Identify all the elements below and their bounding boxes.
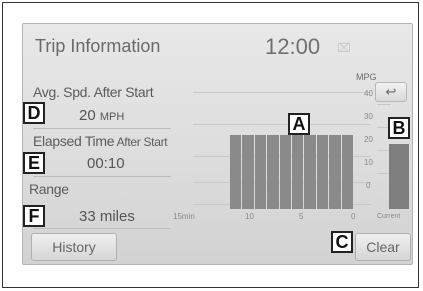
history-bar: [304, 134, 316, 209]
x-tick-label: 10: [245, 212, 254, 221]
y-tick-label: 30: [364, 112, 373, 121]
callout-b: B: [388, 117, 410, 139]
history-bar: [316, 134, 329, 209]
history-bar: [230, 134, 242, 209]
signal-icon: ⌧: [337, 41, 351, 55]
figure-frame: Trip Information 12:00 ⌧ Avg. Spd. After…: [2, 2, 419, 288]
divider: [33, 128, 171, 129]
range-label: Range: [29, 181, 69, 197]
history-bar: [254, 134, 267, 209]
gridline: [193, 124, 371, 125]
x-tick-label: 5: [299, 212, 304, 221]
clear-button[interactable]: Clear: [355, 233, 411, 261]
callout-c: C: [331, 231, 353, 253]
history-bar: [279, 134, 291, 209]
history-bar: [292, 134, 304, 209]
y-tick-label: 20: [364, 135, 373, 144]
trip-information-screen: Trip Information 12:00 ⌧ Avg. Spd. After…: [22, 23, 413, 265]
current-label: Current: [377, 213, 401, 220]
history-bar: [329, 134, 341, 209]
clock: 12:00: [265, 34, 321, 59]
avg-speed-unit: MPH: [99, 111, 125, 123]
mpg-unit-label: MPG: [356, 72, 377, 82]
x-tick-label: 0: [351, 212, 356, 221]
history-bar: [267, 134, 279, 209]
current-bar: [389, 143, 409, 209]
back-button[interactable]: ↩: [375, 82, 407, 102]
x-tick-label: 15min: [173, 212, 195, 221]
callout-f: F: [23, 205, 45, 227]
divider: [33, 228, 171, 229]
history-bar: [242, 134, 254, 209]
callout-a: A: [288, 113, 310, 135]
gridline: [193, 92, 371, 93]
y-tick-label: 40: [364, 89, 373, 98]
avg-speed-label: Avg. Spd. After Start: [33, 84, 154, 100]
range-value: 33 miles: [79, 208, 135, 225]
y-tick-label: 0: [366, 181, 371, 190]
divider: [33, 176, 171, 177]
elapsed-label-small: After Start: [114, 135, 168, 149]
gridline: [377, 104, 391, 105]
callout-d: D: [23, 102, 45, 124]
elapsed-time-label: Elapsed Time After Start: [33, 133, 168, 149]
back-arrow-icon: ↩: [385, 84, 397, 99]
avg-speed-number: 20: [79, 107, 96, 124]
screen-title: Trip Information: [35, 36, 161, 56]
avg-speed-value: 20 MPH: [79, 107, 124, 124]
callout-e: E: [23, 152, 45, 174]
elapsed-label-main: Elapsed Time: [33, 133, 115, 149]
elapsed-time-value: 00:10: [87, 155, 125, 172]
y-tick-label: 10: [364, 158, 373, 167]
history-button[interactable]: History: [31, 233, 117, 261]
history-bar: [341, 134, 353, 209]
